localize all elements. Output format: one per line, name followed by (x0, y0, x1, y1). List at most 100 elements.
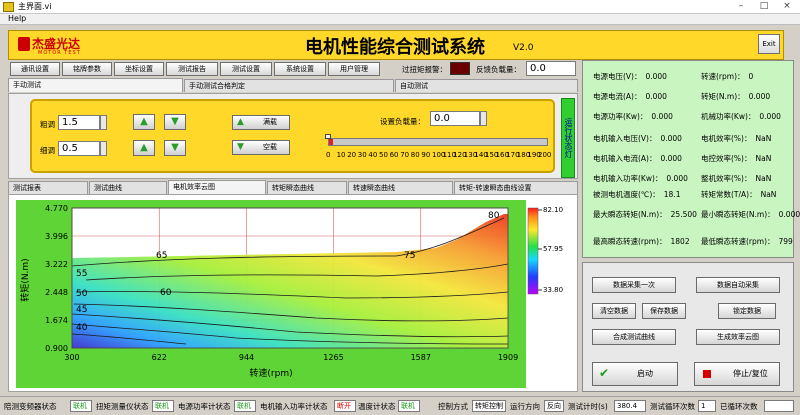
y-tick-label: 1.674 (45, 316, 68, 325)
tab-torque-transient[interactable]: 转矩瞬态曲线 (267, 181, 347, 194)
contour-label: 80 (488, 211, 500, 221)
no-load-button[interactable]: ▼ 空载 (232, 140, 290, 155)
run-direction-label: 运行方向 (510, 402, 540, 411)
tab-manual-pass-judgment[interactable]: 手动测试合格判定 (184, 79, 394, 92)
readout-value: 0.000 (759, 112, 781, 121)
readout-10: 电机输入功率(Kw)： 0.000 (593, 173, 688, 184)
exit-button[interactable]: Exit (758, 34, 780, 54)
readout-4: 电源功率(Kw)： 0.000 (593, 111, 673, 122)
tab-speed-transient[interactable]: 转速瞬态曲线 (348, 181, 453, 194)
slider-tick-label: 0 (326, 151, 331, 159)
load-set-input[interactable]: 0.0 (430, 111, 480, 126)
window-titlebar: 主界面.vi – □ × (0, 0, 800, 14)
colorbar (527, 207, 539, 295)
contour-label: 50 (76, 289, 88, 299)
lock-data-button[interactable]: 锁定数据 (718, 303, 776, 319)
readout-2: 电源电流(A)： 0.000 (593, 91, 667, 102)
readout-value: 0 (748, 72, 754, 81)
load-set-spinner[interactable] (480, 111, 487, 126)
readout-value: 799 (778, 237, 793, 246)
toolbar-test-report[interactable]: 测试报告 (166, 62, 218, 76)
test-cycles-input[interactable]: 1 (698, 400, 716, 412)
tab-test-report[interactable]: 测试报表 (8, 181, 88, 194)
run-direction-value: 反向 (544, 400, 564, 412)
arrow-up-icon: ▲ (140, 142, 148, 153)
maximize-button[interactable]: □ (753, 0, 775, 13)
readout-label: 最高瞬态转速(rpm)： (593, 237, 667, 246)
minimize-button[interactable]: – (730, 0, 752, 13)
readout-9: 电控效率(%)： NaN (701, 153, 771, 164)
status-value-thermometer: 联机 (398, 400, 420, 412)
toolbar-nameplate[interactable]: 铭牌参数 (62, 62, 112, 76)
arrow-up-icon: ▲ (237, 117, 244, 127)
status-value-power-meter: 联机 (234, 400, 256, 412)
test-timer-value: 380.4 (614, 400, 646, 412)
load-set-label: 设置负载量： (380, 117, 425, 126)
readout-6: 电机输入电压(V)： 0.000 (593, 133, 682, 144)
close-button[interactable]: × (776, 0, 798, 13)
readout-value: 0.000 (651, 112, 673, 121)
y-tick-label: 3.222 (45, 260, 68, 269)
readout-value: 25.500 (670, 210, 697, 219)
readout-value: 0.000 (748, 92, 771, 101)
readout-label: 电源功率(Kw)： (593, 112, 648, 121)
full-load-button[interactable]: ▲ 满载 (232, 115, 290, 130)
fine-up-button[interactable]: ▲ (133, 140, 155, 156)
toolbar-comm-settings[interactable]: 通讯设置 (10, 62, 60, 76)
coarse-spinner[interactable] (100, 115, 107, 130)
compose-curve-button[interactable]: 合成测试曲线 (592, 329, 676, 345)
tab-torque-speed-settings[interactable]: 转矩-转速瞬态曲线设置 (454, 181, 578, 194)
load-slider-track[interactable] (328, 138, 548, 146)
readout-16: 最高瞬态转速(rpm)： 1802 (593, 236, 690, 247)
overtorque-alarm-label: 过扭矩报警： (402, 65, 447, 74)
readout-0: 电源电压(V)： 0.000 (593, 71, 667, 82)
tab-manual-test[interactable]: 手动测试 (8, 78, 183, 92)
tab-efficiency-map[interactable]: 电机效率云图 (168, 180, 266, 194)
fine-input[interactable]: 0.5 (58, 141, 100, 156)
readout-label: 被测电机温度(℃)： (593, 190, 660, 199)
app-title: 电机性能综合测试系统 (305, 37, 485, 58)
overtorque-alarm-led (450, 62, 470, 75)
toolbar-axis-settings[interactable]: 坐标设置 (114, 62, 164, 76)
stop-reset-button[interactable]: 停止/复位 (694, 362, 780, 386)
slider-tick-label: 10 (336, 151, 346, 159)
clear-data-button[interactable]: 清空数据 (592, 303, 636, 319)
coarse-down-button[interactable]: ▼ (164, 114, 186, 130)
readout-15: 最小瞬态转矩(N.m)： 0.000 (701, 209, 800, 220)
contour-label: 45 (76, 305, 87, 315)
x-tick-label: 1909 (498, 353, 518, 362)
menu-help[interactable]: Help (8, 14, 26, 23)
readout-value: 0.000 (778, 210, 800, 219)
toolbar-test-settings[interactable]: 测试设置 (220, 62, 272, 76)
control-mode-label: 控制方式 (438, 402, 468, 411)
window-title: 主界面.vi (18, 2, 52, 11)
readout-value: NaN (755, 134, 772, 143)
readout-value: 18.1 (663, 190, 681, 199)
save-data-button[interactable]: 保存数据 (642, 303, 686, 319)
efficiency-map-chart: 80 75 65 60 55 50 45 40 300 622 944 1265 1587 1909 4… (19, 204, 563, 379)
contour-label: 75 (404, 251, 415, 261)
readout-value: 0.000 (645, 72, 667, 81)
tab-auto-test[interactable]: 自动测试 (395, 79, 578, 92)
load-slider-thumb[interactable] (325, 134, 331, 139)
fine-down-button[interactable]: ▼ (164, 140, 186, 156)
status-value-vfd: 联机 (70, 400, 92, 412)
readouts-panel: 电源电压(V)： 0.000 转速(rpm)： 0 电源电流(A)： 0.000 转矩(N.… (582, 60, 800, 258)
done-cycles-label: 已循环次数 (720, 402, 758, 411)
tab-test-curve[interactable]: 测试曲线 (89, 181, 167, 194)
coarse-input[interactable]: 1.5 (58, 115, 100, 130)
x-tick-label: 1587 (411, 353, 431, 362)
slider-tick-label: 90 (421, 151, 431, 159)
fine-spinner[interactable] (100, 141, 107, 156)
auto-collect-button[interactable]: 数据自动采集 (696, 277, 780, 293)
slider-tick-label: 40 (368, 151, 378, 159)
toolbar-system-settings[interactable]: 系统设置 (274, 62, 326, 76)
start-button[interactable]: ✔ 启动 (592, 362, 678, 386)
status-label-power-meter: 电源功率计状态 (178, 402, 231, 411)
coarse-label: 粗调 (40, 120, 55, 129)
toolbar-user-management[interactable]: 用户管理 (328, 62, 380, 76)
collect-once-button[interactable]: 数据采集一次 (592, 277, 676, 293)
menu-bar: Help (0, 14, 800, 25)
efficiency-map-button[interactable]: 生成效率云图 (696, 329, 780, 345)
coarse-up-button[interactable]: ▲ (133, 114, 155, 130)
